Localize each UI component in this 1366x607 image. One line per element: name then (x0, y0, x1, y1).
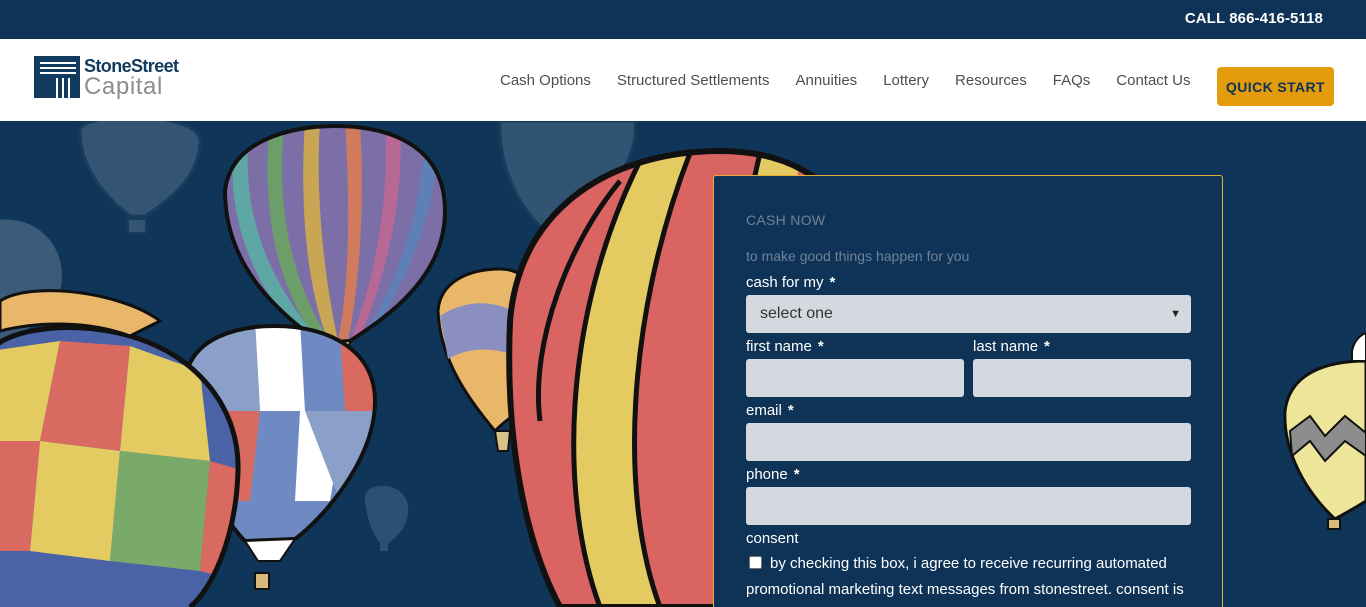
logo-word-capital: Capital (84, 73, 163, 100)
last-name-input[interactable] (973, 359, 1191, 397)
cash-for-select[interactable]: select one ▼ (746, 295, 1191, 333)
phone-label: phone * (746, 466, 800, 483)
email-label: email * (746, 402, 794, 419)
last-name-label: last name * (973, 338, 1050, 355)
form-kicker: CASH NOW (746, 212, 826, 228)
logo-mark-icon (34, 56, 80, 98)
call-phone-link[interactable]: CALL 866-416-5118 (1185, 10, 1323, 27)
cash-for-value: select one (760, 305, 833, 322)
first-name-label: first name * (746, 338, 824, 355)
form-subtitle: to make good things happen for you (746, 248, 970, 264)
top-bar: CALL 866-416-5118 (0, 0, 1366, 39)
first-name-input[interactable] (746, 359, 964, 397)
nav-lottery[interactable]: Lottery (883, 72, 929, 89)
consent-text: by checking this box, i agree to receive… (746, 555, 1184, 598)
cash-now-form: CASH NOW to make good things happen for … (713, 175, 1223, 607)
nav-cash-options[interactable]: Cash Options (500, 72, 591, 89)
nav-resources[interactable]: Resources (955, 72, 1027, 89)
consent-label: consent (746, 530, 799, 547)
stonestreet-logo[interactable]: StoneStreet Capital (34, 56, 184, 102)
nav-faqs[interactable]: FAQs (1053, 72, 1091, 89)
nav-structured-settlements[interactable]: Structured Settlements (617, 72, 770, 89)
chevron-down-icon: ▼ (1170, 308, 1181, 320)
nav-contact-us[interactable]: Contact Us (1116, 72, 1190, 89)
phone-input[interactable] (746, 487, 1191, 525)
quick-start-button[interactable]: QUICK START (1217, 67, 1334, 106)
main-nav: Cash Options Structured Settlements Annu… (500, 39, 1216, 121)
cash-for-label: cash for my * (746, 274, 836, 291)
email-input[interactable] (746, 423, 1191, 461)
nav-annuities[interactable]: Annuities (795, 72, 857, 89)
